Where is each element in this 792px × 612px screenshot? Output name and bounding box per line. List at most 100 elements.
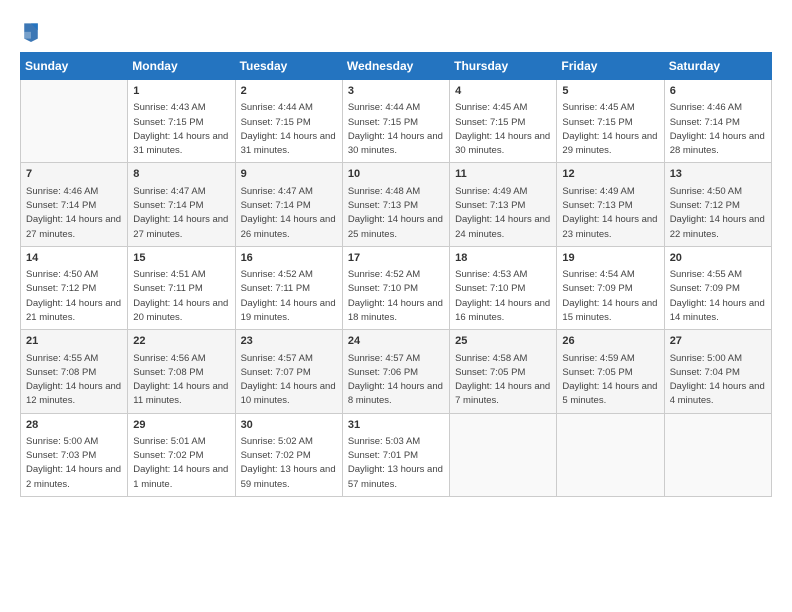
day-info: Sunrise: 4:43 AMSunset: 7:15 PMDaylight:… (133, 101, 229, 158)
day-number: 29 (133, 418, 229, 433)
day-number: 17 (348, 251, 444, 266)
page-header (20, 20, 772, 42)
day-number: 24 (348, 334, 444, 349)
day-number: 23 (241, 334, 337, 349)
day-info: Sunrise: 4:44 AMSunset: 7:15 PMDaylight:… (348, 101, 444, 158)
day-cell: 10Sunrise: 4:48 AMSunset: 7:13 PMDayligh… (342, 163, 449, 246)
day-number: 5 (562, 84, 658, 99)
day-info: Sunrise: 4:56 AMSunset: 7:08 PMDaylight:… (133, 352, 229, 409)
day-cell: 26 Sunrise: 4:59 AMSunset: 7:05 PMDayligh… (557, 330, 664, 413)
day-cell: 20 Sunrise: 4:55 AMSunset: 7:09 PMDayligh… (664, 246, 771, 329)
day-info: Sunrise: 5:00 AMSunset: 7:03 PMDaylight:… (26, 435, 122, 492)
day-number: 15 (133, 251, 229, 266)
week-row-1: 1 Sunrise: 4:43 AMSunset: 7:15 PMDaylight… (21, 80, 772, 163)
day-info: Sunrise: 4:49 AMSunset: 7:13 PMDaylight:… (455, 185, 551, 242)
day-number: 12 (562, 167, 658, 182)
day-cell: 18 Sunrise: 4:53 AMSunset: 7:10 PMDayligh… (450, 246, 557, 329)
day-info: Sunrise: 4:52 AMSunset: 7:11 PMDaylight:… (241, 268, 337, 325)
day-info: Sunrise: 4:57 AMSunset: 7:07 PMDaylight:… (241, 352, 337, 409)
day-info: Sunrise: 4:48 AMSunset: 7:13 PMDaylight:… (348, 185, 444, 242)
day-info: Sunrise: 4:44 AMSunset: 7:15 PMDaylight:… (241, 101, 337, 158)
day-info: Sunrise: 4:46 AMSunset: 7:14 PMDaylight:… (670, 101, 766, 158)
col-header-tuesday: Tuesday (235, 53, 342, 80)
day-cell (557, 413, 664, 496)
day-cell: 3 Sunrise: 4:44 AMSunset: 7:15 PMDaylight… (342, 80, 449, 163)
day-cell: 14Sunrise: 4:50 AMSunset: 7:12 PMDayligh… (21, 246, 128, 329)
day-number: 20 (670, 251, 766, 266)
day-number: 11 (455, 167, 551, 182)
col-header-wednesday: Wednesday (342, 53, 449, 80)
day-cell: 2 Sunrise: 4:44 AMSunset: 7:15 PMDaylight… (235, 80, 342, 163)
day-number: 8 (133, 167, 229, 182)
day-cell: 1 Sunrise: 4:43 AMSunset: 7:15 PMDaylight… (128, 80, 235, 163)
week-row-5: 28 Sunrise: 5:00 AMSunset: 7:03 PMDayligh… (21, 413, 772, 496)
day-cell: 7Sunrise: 4:46 AMSunset: 7:14 PMDaylight… (21, 163, 128, 246)
day-info: Sunrise: 5:03 AMSunset: 7:01 PMDaylight:… (348, 435, 444, 492)
day-number: 31 (348, 418, 444, 433)
logo (20, 20, 44, 42)
day-cell (450, 413, 557, 496)
day-info: Sunrise: 4:54 AMSunset: 7:09 PMDaylight:… (562, 268, 658, 325)
day-number: 9 (241, 167, 337, 182)
day-info: Sunrise: 4:50 AMSunset: 7:12 PMDaylight:… (670, 185, 766, 242)
day-info: Sunrise: 4:57 AMSunset: 7:06 PMDaylight:… (348, 352, 444, 409)
day-cell: 12 Sunrise: 4:49 AMSunset: 7:13 PMDayligh… (557, 163, 664, 246)
day-cell: 15Sunrise: 4:51 AMSunset: 7:11 PMDayligh… (128, 246, 235, 329)
header-row: SundayMondayTuesdayWednesdayThursdayFrid… (21, 53, 772, 80)
day-info: Sunrise: 4:49 AMSunset: 7:13 PMDaylight:… (562, 185, 658, 242)
day-info: Sunrise: 4:47 AMSunset: 7:14 PMDaylight:… (133, 185, 229, 242)
day-number: 18 (455, 251, 551, 266)
general-blue-logo-icon (22, 20, 40, 42)
day-cell: 13 Sunrise: 4:50 AMSunset: 7:12 PMDayligh… (664, 163, 771, 246)
day-info: Sunrise: 4:55 AMSunset: 7:09 PMDaylight:… (670, 268, 766, 325)
day-number: 2 (241, 84, 337, 99)
day-cell: 21 Sunrise: 4:55 AMSunset: 7:08 PMDayligh… (21, 330, 128, 413)
day-cell: 9Sunrise: 4:47 AMSunset: 7:14 PMDaylight… (235, 163, 342, 246)
day-number: 6 (670, 84, 766, 99)
day-number: 21 (26, 334, 122, 349)
day-info: Sunrise: 4:59 AMSunset: 7:05 PMDaylight:… (562, 352, 658, 409)
day-number: 14 (26, 251, 122, 266)
day-cell (21, 80, 128, 163)
day-number: 28 (26, 418, 122, 433)
day-info: Sunrise: 4:58 AMSunset: 7:05 PMDaylight:… (455, 352, 551, 409)
col-header-friday: Friday (557, 53, 664, 80)
col-header-thursday: Thursday (450, 53, 557, 80)
day-cell: 8 Sunrise: 4:47 AMSunset: 7:14 PMDaylight… (128, 163, 235, 246)
day-number: 30 (241, 418, 337, 433)
day-cell: 23 Sunrise: 4:57 AMSunset: 7:07 PMDayligh… (235, 330, 342, 413)
day-cell: 16 Sunrise: 4:52 AMSunset: 7:11 PMDayligh… (235, 246, 342, 329)
day-info: Sunrise: 4:46 AMSunset: 7:14 PMDaylight:… (26, 185, 122, 242)
day-cell: 30 Sunrise: 5:02 AMSunset: 7:02 PMDayligh… (235, 413, 342, 496)
day-number: 13 (670, 167, 766, 182)
day-cell: 24 Sunrise: 4:57 AMSunset: 7:06 PMDayligh… (342, 330, 449, 413)
day-cell: 6 Sunrise: 4:46 AMSunset: 7:14 PMDaylight… (664, 80, 771, 163)
day-cell: 27 Sunrise: 5:00 AMSunset: 7:04 PMDayligh… (664, 330, 771, 413)
col-header-monday: Monday (128, 53, 235, 80)
day-number: 22 (133, 334, 229, 349)
day-cell: 29 Sunrise: 5:01 AMSunset: 7:02 PMDayligh… (128, 413, 235, 496)
day-number: 27 (670, 334, 766, 349)
week-row-2: 7Sunrise: 4:46 AMSunset: 7:14 PMDaylight… (21, 163, 772, 246)
col-header-saturday: Saturday (664, 53, 771, 80)
day-info: Sunrise: 5:02 AMSunset: 7:02 PMDaylight:… (241, 435, 337, 492)
day-cell (664, 413, 771, 496)
day-number: 1 (133, 84, 229, 99)
day-number: 19 (562, 251, 658, 266)
day-number: 16 (241, 251, 337, 266)
day-info: Sunrise: 4:45 AMSunset: 7:15 PMDaylight:… (562, 101, 658, 158)
day-cell: 5 Sunrise: 4:45 AMSunset: 7:15 PMDaylight… (557, 80, 664, 163)
col-header-sunday: Sunday (21, 53, 128, 80)
day-number: 3 (348, 84, 444, 99)
day-number: 4 (455, 84, 551, 99)
calendar-table: SundayMondayTuesdayWednesdayThursdayFrid… (20, 52, 772, 497)
day-info: Sunrise: 4:55 AMSunset: 7:08 PMDaylight:… (26, 352, 122, 409)
day-cell: 11 Sunrise: 4:49 AMSunset: 7:13 PMDayligh… (450, 163, 557, 246)
day-info: Sunrise: 4:53 AMSunset: 7:10 PMDaylight:… (455, 268, 551, 325)
day-info: Sunrise: 4:45 AMSunset: 7:15 PMDaylight:… (455, 101, 551, 158)
day-info: Sunrise: 5:01 AMSunset: 7:02 PMDaylight:… (133, 435, 229, 492)
day-cell: 28 Sunrise: 5:00 AMSunset: 7:03 PMDayligh… (21, 413, 128, 496)
day-info: Sunrise: 5:00 AMSunset: 7:04 PMDaylight:… (670, 352, 766, 409)
day-cell: 19 Sunrise: 4:54 AMSunset: 7:09 PMDayligh… (557, 246, 664, 329)
day-number: 26 (562, 334, 658, 349)
